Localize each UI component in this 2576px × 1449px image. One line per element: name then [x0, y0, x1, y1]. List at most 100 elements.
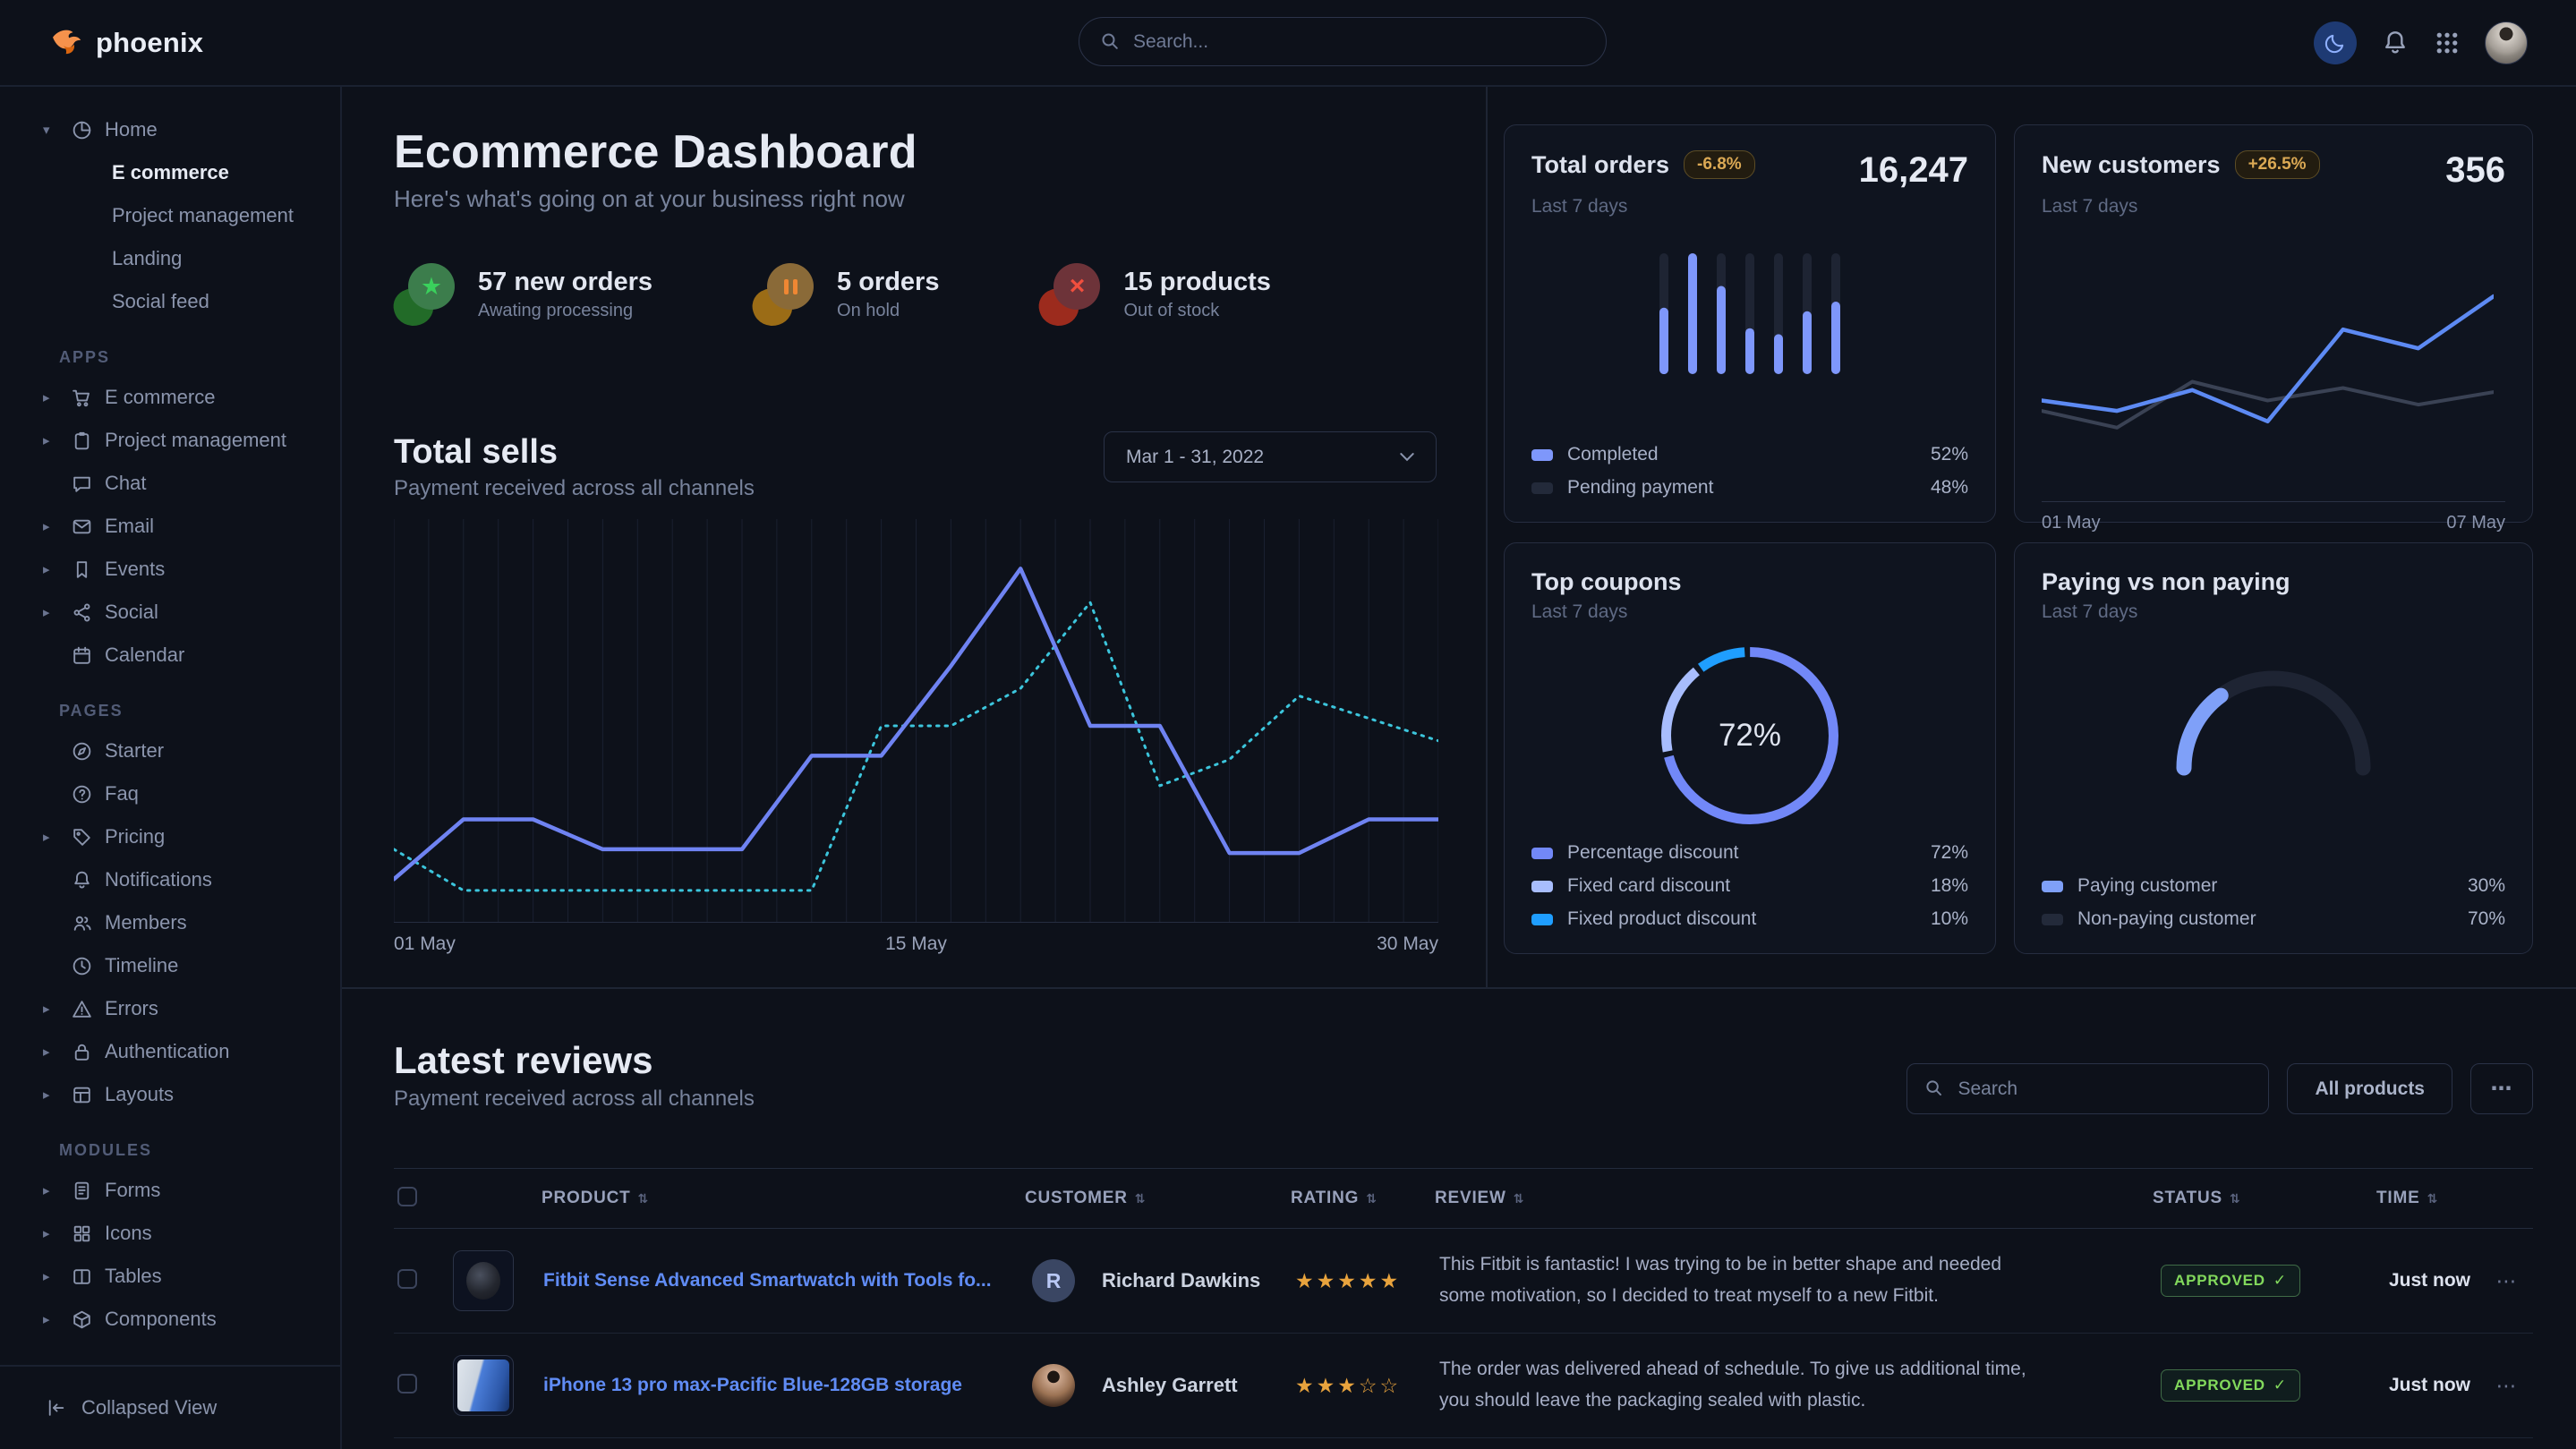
- total-orders-badge: -6.8%: [1684, 150, 1755, 179]
- product-link[interactable]: iPhone 13 pro max-Pacific Blue-128GB sto…: [543, 1375, 962, 1396]
- tag-icon: [71, 826, 93, 848]
- apps-grid-icon: [2434, 30, 2461, 56]
- layout-icon: [71, 1084, 93, 1106]
- reviews-table-header: PRODUCT⇅ CUSTOMER⇅ RATING⇅ REVIEW⇅ STATU…: [394, 1168, 2533, 1229]
- total-orders-value: 16,247: [1859, 150, 1968, 191]
- caret-right-icon: ▸: [43, 432, 59, 448]
- row-checkbox[interactable]: [397, 1269, 417, 1289]
- theme-toggle-button[interactable]: [2314, 21, 2357, 64]
- product-link[interactable]: Fitbit Sense Advanced Smartwatch with To…: [543, 1270, 992, 1291]
- caret-right-icon: ▸: [43, 518, 59, 534]
- global-search-input[interactable]: [1079, 17, 1607, 66]
- question-circle-icon: [71, 783, 93, 805]
- navbar-actions: [2314, 21, 2576, 64]
- customer-name: Richard Dawkins: [1102, 1269, 1260, 1292]
- select-all-checkbox[interactable]: [397, 1187, 417, 1206]
- date-range-select[interactable]: Mar 1 - 31, 2022: [1104, 431, 1437, 482]
- sidebar-item-timeline[interactable]: Timeline: [43, 944, 340, 987]
- column-customer[interactable]: CUSTOMER⇅: [1025, 1189, 1291, 1208]
- reviews-search-input[interactable]: [1906, 1063, 2269, 1114]
- sidebar-item-project-management-app[interactable]: ▸ Project management: [43, 419, 340, 462]
- sidebar-item-chat[interactable]: Chat: [43, 462, 340, 505]
- table-icon: [71, 1266, 93, 1288]
- sidebar-item-pricing[interactable]: ▸ Pricing: [43, 815, 340, 858]
- dashboard-top-section: Ecommerce Dashboard Here's what's going …: [342, 85, 2576, 989]
- lock-icon: [71, 1041, 93, 1063]
- paying-gauge-chart[interactable]: [2157, 659, 2390, 784]
- total-orders-card: Total orders -6.8% 16,247 Last 7 days Co…: [1504, 124, 1996, 523]
- user-avatar[interactable]: [2485, 21, 2528, 64]
- top-coupons-donut-chart[interactable]: 72%: [1660, 646, 1839, 825]
- reviews-more-button[interactable]: ⋯: [2470, 1063, 2533, 1114]
- total-sells-x-axis: 01 May 15 May 30 May: [394, 933, 1438, 955]
- column-product[interactable]: PRODUCT⇅: [448, 1189, 1025, 1208]
- sidebar-item-email[interactable]: ▸ Email: [43, 505, 340, 548]
- caret-right-icon: ▸: [43, 561, 59, 577]
- check-icon: ✓: [2273, 1377, 2287, 1394]
- sidebar-item-members[interactable]: Members: [43, 901, 340, 944]
- reviews-table: PRODUCT⇅ CUSTOMER⇅ RATING⇅ REVIEW⇅ STATU…: [394, 1168, 2533, 1449]
- review-time: Just now: [2376, 1375, 2479, 1396]
- column-review[interactable]: REVIEW⇅: [1435, 1189, 2153, 1208]
- paying-legend: Paying customer 30% Non-paying customer …: [2042, 875, 2505, 930]
- stat-out-of-stock: × 15 products Out of stock: [1039, 263, 1270, 326]
- sidebar-item-tables[interactable]: ▸ Tables: [43, 1255, 340, 1298]
- star-badge-icon: ★: [394, 263, 455, 326]
- sidebar-item-landing[interactable]: Landing: [43, 237, 340, 280]
- sidebar-menu: ▾ Home E commerce Project management Lan…: [0, 85, 340, 1341]
- column-rating[interactable]: RATING⇅: [1291, 1189, 1435, 1208]
- total-sells-line-chart[interactable]: [394, 519, 1438, 923]
- customer-avatar[interactable]: [1032, 1364, 1075, 1407]
- main-content: Ecommerce Dashboard Here's what's going …: [342, 85, 2576, 1449]
- bell-icon: [2381, 29, 2410, 57]
- caret-right-icon: ▸: [43, 1001, 59, 1017]
- total-sells-chart: 01 May 15 May 30 May: [394, 519, 1438, 955]
- product-thumbnail[interactable]: [453, 1250, 514, 1311]
- compass-icon: [71, 740, 93, 763]
- sidebar-item-errors[interactable]: ▸ Errors: [43, 987, 340, 1030]
- users-icon: [71, 912, 93, 934]
- sidebar-item-social-feed[interactable]: Social feed: [43, 280, 340, 323]
- sidebar-item-project-management[interactable]: Project management: [43, 194, 340, 237]
- new-customers-line-chart[interactable]: 01 May 07 May: [2042, 251, 2505, 533]
- sidebar-item-icons[interactable]: ▸ Icons: [43, 1212, 340, 1255]
- sidebar-item-events[interactable]: ▸ Events: [43, 548, 340, 591]
- sidebar-item-forms[interactable]: ▸ Forms: [43, 1169, 340, 1212]
- collapse-sidebar-button[interactable]: Collapsed View: [0, 1365, 340, 1449]
- caret-down-icon: ▾: [43, 122, 59, 138]
- chat-icon: [71, 473, 93, 495]
- sidebar-item-ecommerce[interactable]: E commerce: [43, 151, 340, 194]
- total-orders-bar-chart[interactable]: [1659, 253, 1840, 374]
- column-status[interactable]: STATUS⇅: [2153, 1189, 2376, 1208]
- check-icon: ✓: [2273, 1272, 2287, 1290]
- sidebar-item-faq[interactable]: Faq: [43, 772, 340, 815]
- row-more-button[interactable]: ⋯: [2479, 1374, 2533, 1398]
- sidebar-item-starter[interactable]: Starter: [43, 729, 340, 772]
- sort-icon: ⇅: [638, 1191, 650, 1206]
- brand-logo[interactable]: phoenix: [0, 25, 344, 61]
- sidebar-item-components[interactable]: ▸ Components: [43, 1298, 340, 1341]
- column-time[interactable]: TIME⇅: [2376, 1189, 2479, 1208]
- review-text: This Fitbit is fantastic! I was trying t…: [1435, 1249, 2048, 1311]
- customer-name: Ashley Garrett: [1102, 1374, 1238, 1397]
- sidebar-item-authentication[interactable]: ▸ Authentication: [43, 1030, 340, 1073]
- all-products-button[interactable]: All products: [2287, 1063, 2452, 1114]
- reviews-search: [1906, 1063, 2269, 1114]
- notifications-button[interactable]: [2381, 29, 2410, 57]
- chevron-down-icon: [1400, 453, 1414, 462]
- collapse-arrow-icon: [45, 1396, 67, 1419]
- sidebar-item-social[interactable]: ▸ Social: [43, 591, 340, 634]
- apps-menu-button[interactable]: [2434, 30, 2461, 56]
- order-stats-row: ★ 57 new orders Awating processing 5 ord…: [394, 263, 1486, 326]
- customer-avatar[interactable]: R: [1032, 1259, 1075, 1302]
- sidebar-group-home[interactable]: ▾ Home: [43, 108, 340, 151]
- row-more-button[interactable]: ⋯: [2479, 1269, 2533, 1293]
- product-thumbnail[interactable]: [453, 1355, 514, 1416]
- calendar-icon: [71, 644, 93, 667]
- sort-icon: ⇅: [1366, 1191, 1378, 1206]
- sidebar-item-layouts[interactable]: ▸ Layouts: [43, 1073, 340, 1116]
- sidebar-item-calendar[interactable]: Calendar: [43, 634, 340, 677]
- sidebar-item-notifications[interactable]: Notifications: [43, 858, 340, 901]
- row-checkbox[interactable]: [397, 1374, 417, 1394]
- sidebar-item-ecommerce-app[interactable]: ▸ E commerce: [43, 376, 340, 419]
